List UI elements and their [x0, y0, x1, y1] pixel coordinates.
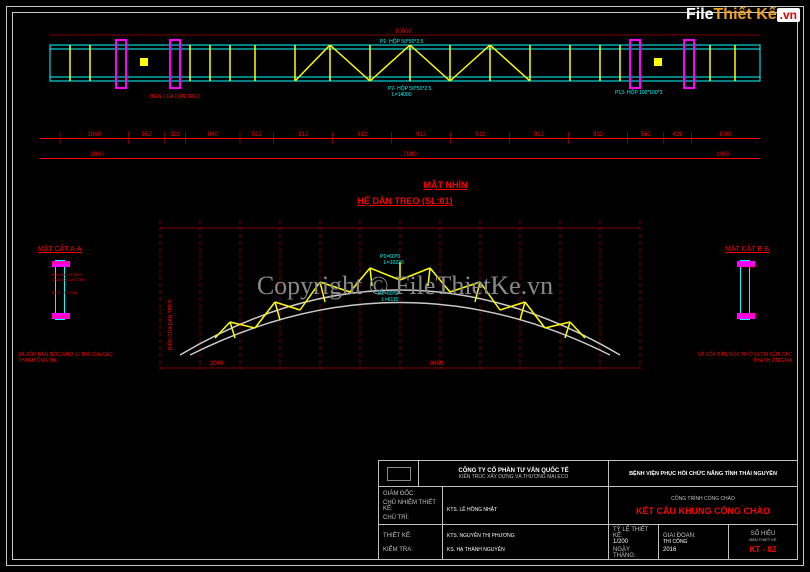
svg-text:8460: 8460: [430, 361, 444, 367]
svg-text:322: 322: [170, 132, 181, 138]
svg-text:P2- HỘP 50*50*2.5: P2- HỘP 50*50*2.5: [388, 85, 431, 92]
drawing-canvas: FileThiết Kế.vn Copyright © FileThietKe.…: [0, 0, 810, 572]
svg-text:562: 562: [142, 132, 153, 138]
svg-text:L=6110: L=6110: [382, 297, 399, 303]
svg-text:1060: 1060: [90, 152, 104, 158]
svg-text:912: 912: [475, 132, 486, 138]
svg-text:2040: 2040: [210, 361, 224, 367]
dim-row-bot: 1060 7880 1060: [30, 148, 770, 168]
svg-text:BIÊN CỦA DÀN TREO: BIÊN CỦA DÀN TREO: [166, 299, 174, 350]
title-block: CÔNG TY CỔ PHẦN TƯ VẤN QUỐC TẾ KIẾN TRÚC…: [378, 460, 798, 560]
svg-text:L=10220: L=10220: [384, 260, 404, 266]
watermark-logo: FileThiết Kế.vn: [686, 6, 800, 24]
svg-text:912: 912: [357, 132, 368, 138]
svg-text:522: 522: [252, 132, 263, 138]
svg-text:BIÊN CỦA DÀN TREO: BIÊN CỦA DÀN TREO: [150, 92, 201, 100]
company-logo: [387, 467, 411, 481]
svg-text:1060: 1060: [88, 132, 102, 138]
title-matnhin: MẶT NHÌN: [424, 180, 468, 190]
svg-text:562: 562: [641, 132, 652, 138]
svg-text:10000: 10000: [395, 29, 412, 35]
svg-text:7880: 7880: [403, 152, 417, 158]
svg-text:912: 912: [534, 132, 545, 138]
svg-text:1060: 1060: [719, 132, 733, 138]
svg-text:1060: 1060: [716, 152, 730, 158]
svg-text:428: 428: [673, 132, 684, 138]
svg-text:P13- HỘP 100*100*3: P13- HỘP 100*100*3: [615, 89, 663, 96]
svg-text:840: 840: [208, 132, 219, 138]
arch-view: P1=6070 L=10220 P2=6070 L=6110 2040 8460…: [30, 220, 780, 390]
svg-text:912: 912: [298, 132, 309, 138]
svg-text:912: 912: [416, 132, 427, 138]
arch-svg: P1=6070 L=10220 P2=6070 L=6110 2040 8460…: [30, 220, 780, 390]
title-hedan: HỆ DÀN TREO (SL:01): [357, 196, 452, 206]
dim-row-mid: 1060 562 322 840 522 912 912 912 912 912 912 562 428…: [30, 128, 770, 148]
top-elevation-view: 10000 P1- HỘP 50*50*2.5 P2- HỘP 50*50*2.…: [30, 30, 780, 120]
svg-text:P1- HỘP 50*50*2.5: P1- HỘP 50*50*2.5: [380, 38, 423, 45]
top-truss-svg: 10000 P1- HỘP 50*50*2.5 P2- HỘP 50*50*2.…: [30, 30, 780, 120]
svg-text:L=14000: L=14000: [392, 92, 412, 98]
svg-text:912: 912: [593, 132, 604, 138]
